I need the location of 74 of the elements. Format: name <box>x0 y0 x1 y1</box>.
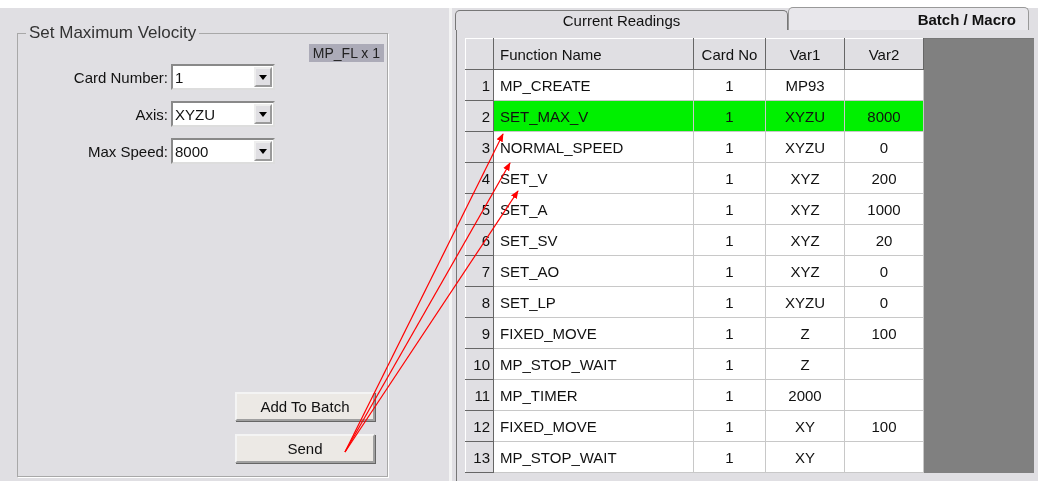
table-cell: XYZU <box>765 100 845 132</box>
table-cell: Z <box>765 348 845 380</box>
table-cell: FIXED_MOVE <box>493 317 694 349</box>
table-cell: 100 <box>844 317 924 349</box>
table-cell: MP_CREATE <box>493 69 694 101</box>
row-number: 10 <box>465 348 494 380</box>
table-cell: MP_STOP_WAIT <box>493 348 694 380</box>
table-cell: 1000 <box>844 193 924 225</box>
table-cell: SET_SV <box>493 224 694 256</box>
row-number: 7 <box>465 255 494 287</box>
row-number: 12 <box>465 410 494 442</box>
row-number: 11 <box>465 379 494 411</box>
table-cell: MP_STOP_WAIT <box>493 441 694 473</box>
table-cell: SET_LP <box>493 286 694 318</box>
table-cell: SET_AO <box>493 255 694 287</box>
table-cell: 20 <box>844 224 924 256</box>
tab[interactable]: Batch / Macro <box>788 7 1029 30</box>
table-cell: 2000 <box>765 379 845 411</box>
table-cell: 1 <box>693 100 766 132</box>
table-cell: 1 <box>693 162 766 194</box>
table-cell: XYZ <box>765 224 845 256</box>
table-cell: 0 <box>844 286 924 318</box>
table-cell: 1 <box>693 441 766 473</box>
group-title: Set Maximum Velocity <box>26 23 200 43</box>
field-label: Axis: <box>134 105 169 123</box>
table-cell: XYZU <box>765 131 845 163</box>
dropdown-field[interactable]: 8000 <box>171 138 275 164</box>
table-cell: 1 <box>693 131 766 163</box>
table-cell: 100 <box>844 410 924 442</box>
table-cell: MP93 <box>765 69 845 101</box>
row-number: 13 <box>465 441 494 473</box>
tab[interactable]: Current Readings <box>455 10 788 30</box>
table-cell: 0 <box>844 131 924 163</box>
field-label: Max Speed: <box>86 142 169 160</box>
table-cell: 1 <box>693 379 766 411</box>
table-cell: 1 <box>693 193 766 225</box>
field-label: Card Number: <box>72 68 169 86</box>
table-cell: 1 <box>693 286 766 318</box>
row-number: 2 <box>465 100 494 132</box>
table-cell: 1 <box>693 317 766 349</box>
column-header[interactable]: Var2 <box>844 38 924 70</box>
function-badge: MP_FL x 1 <box>308 44 384 62</box>
column-header[interactable]: Card No <box>693 38 766 70</box>
table-cell: SET_V <box>493 162 694 194</box>
table-cell: MP_TIMER <box>493 379 694 411</box>
table-cell: XY <box>765 410 845 442</box>
column-header[interactable]: Function Name <box>493 38 694 70</box>
table-cell: 200 <box>844 162 924 194</box>
table-cell: FIXED_MOVE <box>493 410 694 442</box>
table-cell: 1 <box>693 69 766 101</box>
table-cell: 1 <box>693 255 766 287</box>
header-corner <box>465 38 494 70</box>
dropdown-field[interactable]: 1 <box>171 64 275 90</box>
table-cell: XYZ <box>765 162 845 194</box>
table-cell: Z <box>765 317 845 349</box>
row-number: 3 <box>465 131 494 163</box>
table-cell: XYZ <box>765 193 845 225</box>
table-cell: XYZ <box>765 255 845 287</box>
table-cell: 0 <box>844 255 924 287</box>
row-number: 1 <box>465 69 494 101</box>
table-cell: SET_MAX_V <box>493 100 694 132</box>
table-cell: XYZU <box>765 286 845 318</box>
row-number: 9 <box>465 317 494 349</box>
table-cell: 1 <box>693 224 766 256</box>
column-header[interactable]: Var1 <box>765 38 845 70</box>
dropdown-field[interactable]: XYZU <box>171 101 275 127</box>
add-to-batch-button[interactable]: Add To Batch <box>235 392 375 421</box>
table-cell: 1 <box>693 410 766 442</box>
table-cell: 8000 <box>844 100 924 132</box>
row-number: 8 <box>465 286 494 318</box>
table-cell: 1 <box>693 348 766 380</box>
table-cell: NORMAL_SPEED <box>493 131 694 163</box>
table-cell: XY <box>765 441 845 473</box>
send-button[interactable]: Send <box>235 434 375 463</box>
